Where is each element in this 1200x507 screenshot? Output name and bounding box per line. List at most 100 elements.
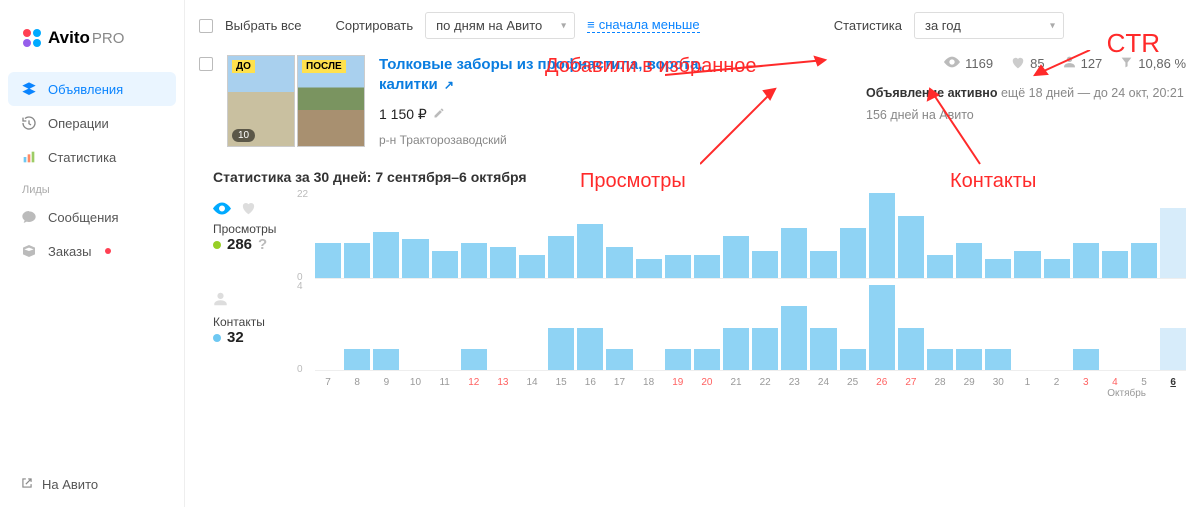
x-tick: 29 — [956, 377, 982, 388]
bar — [781, 228, 807, 278]
eye-icon — [944, 56, 960, 71]
sidebar-item-messages[interactable]: Сообщения — [0, 200, 184, 234]
person-icon[interactable] — [213, 294, 228, 311]
x-tick: 16 — [577, 377, 603, 388]
stats-legend: Просмотры 286 ? Контакты 32 — [213, 193, 299, 399]
legend-contacts-value: 32 — [213, 329, 299, 346]
bar — [869, 285, 895, 370]
listing-metrics: 1169 85 127 10,86 % Объявление активно е… — [866, 55, 1186, 147]
x-tick: 3 — [1073, 377, 1099, 388]
x-tick: 22 — [752, 377, 778, 388]
eye-icon[interactable] — [213, 203, 231, 218]
metric-ctr: 10,86 % — [1120, 56, 1186, 72]
bar — [577, 224, 603, 278]
chevron-down-icon: ▾ — [1050, 20, 1055, 31]
box-icon — [20, 242, 38, 260]
bar — [840, 349, 866, 370]
bar — [985, 349, 1011, 370]
bar — [927, 255, 953, 278]
heart-icon[interactable] — [241, 203, 256, 218]
x-tick: 13 — [490, 377, 516, 388]
bar — [985, 259, 1011, 278]
listing-checkbox[interactable] — [199, 57, 213, 71]
thumb-before[interactable]: ДО 10 — [227, 55, 295, 147]
logo[interactable]: AvitoPRO — [0, 0, 184, 68]
unread-dot-icon — [105, 248, 111, 254]
sidebar-item-label: Заказы — [48, 244, 91, 259]
stats-heading: Статистика за 30 дней: 7 сентября–6 октя… — [185, 147, 1200, 193]
nav: Объявления Операции Статистика Лиды Сооб… — [0, 68, 184, 268]
bar — [781, 306, 807, 370]
back-link-label: На Авито — [42, 477, 98, 492]
thumb-after[interactable]: ПОСЛЕ — [297, 55, 365, 147]
views-chart[interactable]: 220 — [315, 193, 1186, 279]
bar — [373, 232, 399, 278]
sidebar-item-listings[interactable]: Объявления — [8, 72, 176, 106]
bar — [1160, 208, 1186, 278]
x-tick: 20 — [694, 377, 720, 388]
bar — [606, 349, 632, 370]
x-tick: 8 — [344, 377, 370, 388]
bar — [548, 328, 574, 371]
listing-days-on-site: 156 дней на Авито — [866, 100, 1186, 122]
stats-range-select[interactable]: за год ▾ — [914, 12, 1064, 39]
bar — [956, 349, 982, 370]
logo-icon — [22, 28, 42, 48]
sidebar-item-operations[interactable]: Операции — [0, 106, 184, 140]
bar — [1160, 328, 1186, 371]
metric-favorites: 85 — [1011, 56, 1044, 72]
main: Выбрать все Сортировать по дням на Авито… — [185, 0, 1200, 507]
sidebar: AvitoPRO Объявления Операции Статистика … — [0, 0, 185, 507]
chevron-down-icon: ▾ — [561, 20, 566, 31]
external-icon — [20, 476, 34, 493]
sort-select[interactable]: по дням на Авито ▾ — [425, 12, 575, 39]
listing-title-link[interactable]: Толковые заборы из профнастила, ворота, … — [379, 56, 703, 93]
x-tick: 18 — [636, 377, 662, 388]
bar — [694, 349, 720, 370]
select-all-checkbox[interactable] — [199, 19, 213, 33]
bar — [1044, 259, 1070, 278]
listing-thumbnails[interactable]: ДО 10 ПОСЛЕ — [227, 55, 365, 147]
bar — [665, 255, 691, 278]
x-tick: 11 — [432, 377, 458, 388]
sidebar-item-label: Статистика — [48, 150, 116, 165]
bar — [927, 349, 953, 370]
chart-month-label: Октябрь — [315, 388, 1186, 399]
bar — [956, 243, 982, 278]
x-tick: 7 — [315, 377, 341, 388]
contacts-chart[interactable]: 40 — [315, 285, 1186, 371]
x-tick: 1 — [1014, 377, 1040, 388]
sort-direction-toggle[interactable]: ≡ сначала меньше — [587, 18, 699, 33]
x-tick: 14 — [519, 377, 545, 388]
x-tick: 9 — [373, 377, 399, 388]
bar — [636, 259, 662, 278]
bar — [723, 236, 749, 279]
person-icon — [1063, 55, 1076, 72]
x-tick: 26 — [869, 377, 895, 388]
bar — [898, 328, 924, 371]
sidebar-item-stats[interactable]: Статистика — [0, 140, 184, 174]
before-tag: ДО — [232, 60, 255, 73]
bar — [432, 251, 458, 278]
back-to-avito-link[interactable]: На Авито — [20, 476, 98, 493]
history-icon — [20, 114, 38, 132]
bar — [402, 239, 428, 278]
after-tag: ПОСЛЕ — [302, 60, 346, 73]
bar — [461, 243, 487, 278]
legend-views-value: 286 ? — [213, 236, 299, 253]
layers-icon — [20, 80, 38, 98]
bar — [315, 243, 341, 278]
bar — [606, 247, 632, 278]
funnel-icon — [1120, 56, 1133, 72]
bar — [519, 255, 545, 278]
bar-chart-icon — [20, 148, 38, 166]
help-icon[interactable]: ? — [258, 236, 267, 253]
select-all-label: Выбрать все — [225, 18, 301, 33]
edit-price-icon[interactable] — [433, 106, 445, 122]
bar — [548, 236, 574, 279]
sidebar-item-orders[interactable]: Заказы — [0, 234, 184, 268]
x-tick: 25 — [840, 377, 866, 388]
chart-x-axis: 7891011121314151617181920212223242526272… — [315, 371, 1186, 388]
sidebar-item-label: Сообщения — [48, 210, 119, 225]
dot-icon — [213, 241, 221, 249]
